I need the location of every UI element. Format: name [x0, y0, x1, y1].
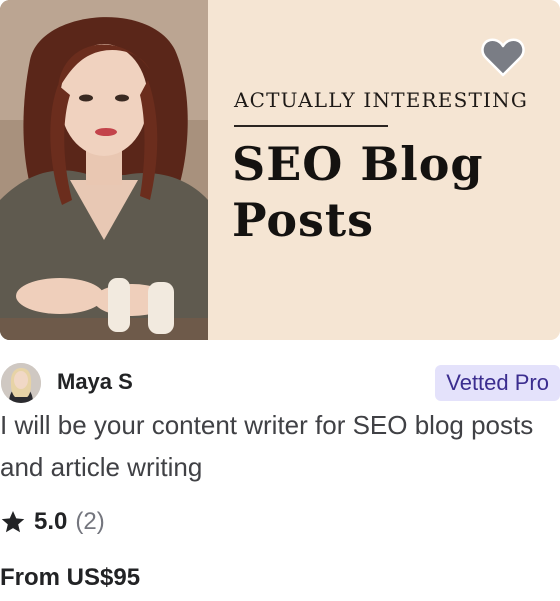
- rating-row: 5.0 (2): [0, 505, 105, 539]
- thumbnail-headline: SEO Blog Posts: [232, 136, 552, 248]
- seller-photo: [0, 0, 208, 340]
- heart-icon: [481, 38, 525, 77]
- thumbnail-headline-line-2: Posts: [232, 193, 375, 247]
- rating-count: (2): [75, 508, 105, 535]
- thumbnail-eyebrow: ACTUALLY INTERESTING: [234, 88, 529, 112]
- thumbnail-divider: [234, 125, 388, 127]
- seller-name[interactable]: Maya S: [57, 369, 133, 395]
- star-icon: [1, 510, 25, 533]
- gig-card[interactable]: ACTUALLY INTERESTING SEO Blog Posts Maya…: [0, 0, 560, 601]
- favorite-button[interactable]: [480, 34, 526, 80]
- avatar[interactable]: [1, 363, 41, 403]
- vetted-pro-badge: Vetted Pro: [435, 365, 560, 401]
- price-label[interactable]: From US$95: [0, 564, 140, 592]
- gig-title-link[interactable]: I will be your content writer for SEO bl…: [0, 404, 560, 488]
- rating-value: 5.0: [34, 508, 68, 535]
- thumbnail-headline-line-1: SEO Blog: [232, 137, 484, 191]
- gig-thumbnail[interactable]: ACTUALLY INTERESTING SEO Blog Posts: [0, 0, 560, 340]
- seller-row: Maya S Vetted Pro: [0, 362, 560, 403]
